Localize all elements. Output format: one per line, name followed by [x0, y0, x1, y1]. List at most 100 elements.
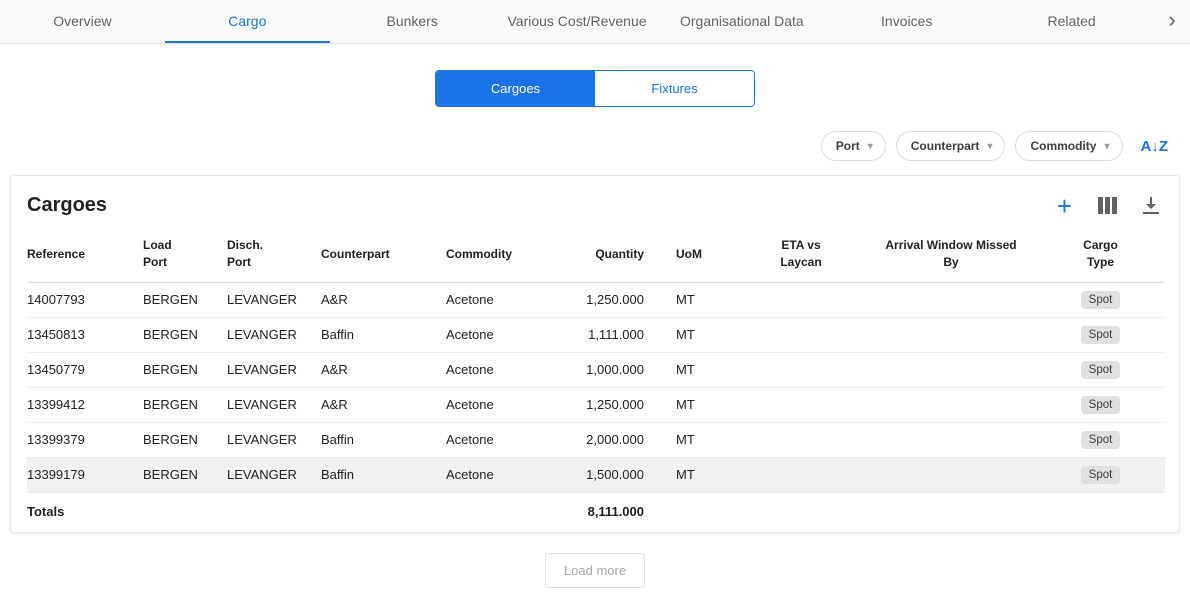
totals-label: Totals — [27, 492, 143, 532]
cargoes-card: Cargoes + — [10, 175, 1180, 533]
col-commodity: Commodity — [446, 227, 566, 282]
cell-reference: 13399412 — [27, 387, 143, 422]
cargo-type-badge: Spot — [1081, 291, 1121, 309]
cell-reference: 13399379 — [27, 422, 143, 457]
chevron-down-icon: ▾ — [868, 141, 873, 152]
cell-reference: 13399179 — [27, 457, 143, 492]
cell-disch-port: LEVANGER — [227, 422, 321, 457]
cell-cargo-type: Spot — [1046, 317, 1165, 352]
cell-reference: 13450779 — [27, 352, 143, 387]
cell-eta-vs-laycan — [746, 457, 866, 492]
col-load-port: LoadPort — [143, 227, 227, 282]
table-row[interactable]: 13399379 BERGEN LEVANGER Baffin Acetone … — [27, 422, 1165, 457]
cell-cargo-type: Spot — [1046, 387, 1165, 422]
table-row[interactable]: 13450813 BERGEN LEVANGER Baffin Acetone … — [27, 317, 1165, 352]
cell-disch-port: LEVANGER — [227, 387, 321, 422]
filter-row: Port ▾ Counterpart ▾ Commodity ▾ A↓Z — [0, 131, 1168, 161]
cell-load-port: BERGEN — [143, 457, 227, 492]
cell-quantity: 1,250.000 — [566, 387, 676, 422]
cargo-type-badge: Spot — [1081, 466, 1121, 484]
cell-disch-port: LEVANGER — [227, 317, 321, 352]
filter-chip-counterpart[interactable]: Counterpart ▾ — [896, 131, 1006, 161]
top-navigation: Overview Cargo Bunkers Various Cost/Reve… — [0, 0, 1190, 44]
load-more-button[interactable]: Load more — [545, 553, 645, 588]
view-columns-icon — [1098, 197, 1117, 214]
table-row[interactable]: 13399179 BERGEN LEVANGER Baffin Acetone … — [27, 457, 1165, 492]
col-uom: UoM — [676, 227, 746, 282]
cell-load-port: BERGEN — [143, 317, 227, 352]
col-arrival-window-missed-by: Arrival Window MissedBy — [866, 227, 1046, 282]
column-settings-icon[interactable] — [1098, 197, 1117, 214]
cell-uom: MT — [676, 387, 746, 422]
filter-chip-commodity[interactable]: Commodity ▾ — [1015, 131, 1122, 161]
cell-commodity: Acetone — [446, 457, 566, 492]
cell-cargo-type: Spot — [1046, 422, 1165, 457]
cell-counterpart: A&R — [321, 387, 446, 422]
cell-commodity: Acetone — [446, 352, 566, 387]
col-counterpart: Counterpart — [321, 227, 446, 282]
cell-commodity: Acetone — [446, 317, 566, 352]
table-row[interactable]: 13399412 BERGEN LEVANGER A&R Acetone 1,2… — [27, 387, 1165, 422]
cell-commodity: Acetone — [446, 282, 566, 317]
cargo-type-badge: Spot — [1081, 431, 1121, 449]
table-row[interactable]: 14007793 BERGEN LEVANGER A&R Acetone 1,2… — [27, 282, 1165, 317]
cell-quantity: 2,000.000 — [566, 422, 676, 457]
col-cargo-type: CargoType — [1046, 227, 1165, 282]
cell-quantity: 1,500.000 — [566, 457, 676, 492]
cell-load-port: BERGEN — [143, 387, 227, 422]
view-toggle-wrap: Cargoes Fixtures — [0, 70, 1190, 107]
cell-arrival-window-missed-by — [866, 352, 1046, 387]
chevron-down-icon: ▾ — [1104, 141, 1109, 152]
card-title: Cargoes — [27, 194, 107, 217]
filter-chip-port[interactable]: Port ▾ — [821, 131, 886, 161]
download-arrow-icon — [1143, 197, 1159, 214]
col-quantity: Quantity — [566, 227, 676, 282]
cell-arrival-window-missed-by — [866, 282, 1046, 317]
table-row[interactable]: 13450779 BERGEN LEVANGER A&R Acetone 1,0… — [27, 352, 1165, 387]
cell-cargo-type: Spot — [1046, 282, 1165, 317]
cell-disch-port: LEVANGER — [227, 352, 321, 387]
cell-disch-port: LEVANGER — [227, 282, 321, 317]
cell-arrival-window-missed-by — [866, 317, 1046, 352]
tab-cargo[interactable]: Cargo — [165, 0, 330, 43]
col-disch-port: Disch.Port — [227, 227, 321, 282]
tab-invoices[interactable]: Invoices — [824, 0, 989, 43]
add-cargo-icon[interactable]: + — [1057, 196, 1072, 216]
cell-eta-vs-laycan — [746, 387, 866, 422]
cell-eta-vs-laycan — [746, 282, 866, 317]
toggle-fixtures-button[interactable]: Fixtures — [595, 71, 754, 106]
cell-disch-port: LEVANGER — [227, 457, 321, 492]
tab-organisational-data[interactable]: Organisational Data — [659, 0, 824, 43]
table-header: Reference LoadPort Disch.Port Counterpar… — [27, 227, 1165, 282]
sort-alphabetical-icon[interactable]: A↓Z — [1141, 138, 1169, 155]
tab-overview[interactable]: Overview — [0, 0, 165, 43]
cell-commodity: Acetone — [446, 422, 566, 457]
cell-reference: 13450813 — [27, 317, 143, 352]
cell-eta-vs-laycan — [746, 422, 866, 457]
tab-various-cost-revenue[interactable]: Various Cost/Revenue — [495, 0, 660, 43]
view-toggle-group: Cargoes Fixtures — [435, 70, 755, 107]
cell-counterpart: Baffin — [321, 317, 446, 352]
cell-cargo-type: Spot — [1046, 457, 1165, 492]
card-header: Cargoes + — [11, 176, 1179, 227]
cell-uom: MT — [676, 457, 746, 492]
col-eta-vs-laycan: ETA vsLaycan — [746, 227, 866, 282]
totals-quantity: 8,111.000 — [566, 492, 676, 532]
cell-load-port: BERGEN — [143, 352, 227, 387]
card-actions: + — [1057, 196, 1159, 216]
cargo-type-badge: Spot — [1081, 326, 1121, 344]
col-reference: Reference — [27, 227, 143, 282]
cell-quantity: 1,250.000 — [566, 282, 676, 317]
cell-uom: MT — [676, 352, 746, 387]
cargo-type-badge: Spot — [1081, 361, 1121, 379]
download-icon[interactable] — [1143, 197, 1159, 214]
toggle-cargoes-button[interactable]: Cargoes — [436, 71, 595, 106]
tab-related[interactable]: Related — [989, 0, 1154, 43]
cell-commodity: Acetone — [446, 387, 566, 422]
filter-chip-port-label: Port — [836, 139, 860, 153]
cell-quantity: 1,000.000 — [566, 352, 676, 387]
tab-bunkers[interactable]: Bunkers — [330, 0, 495, 43]
chevron-right-icon[interactable]: › — [1154, 0, 1190, 43]
load-more-wrap: Load more — [0, 553, 1190, 604]
cell-load-port: BERGEN — [143, 282, 227, 317]
